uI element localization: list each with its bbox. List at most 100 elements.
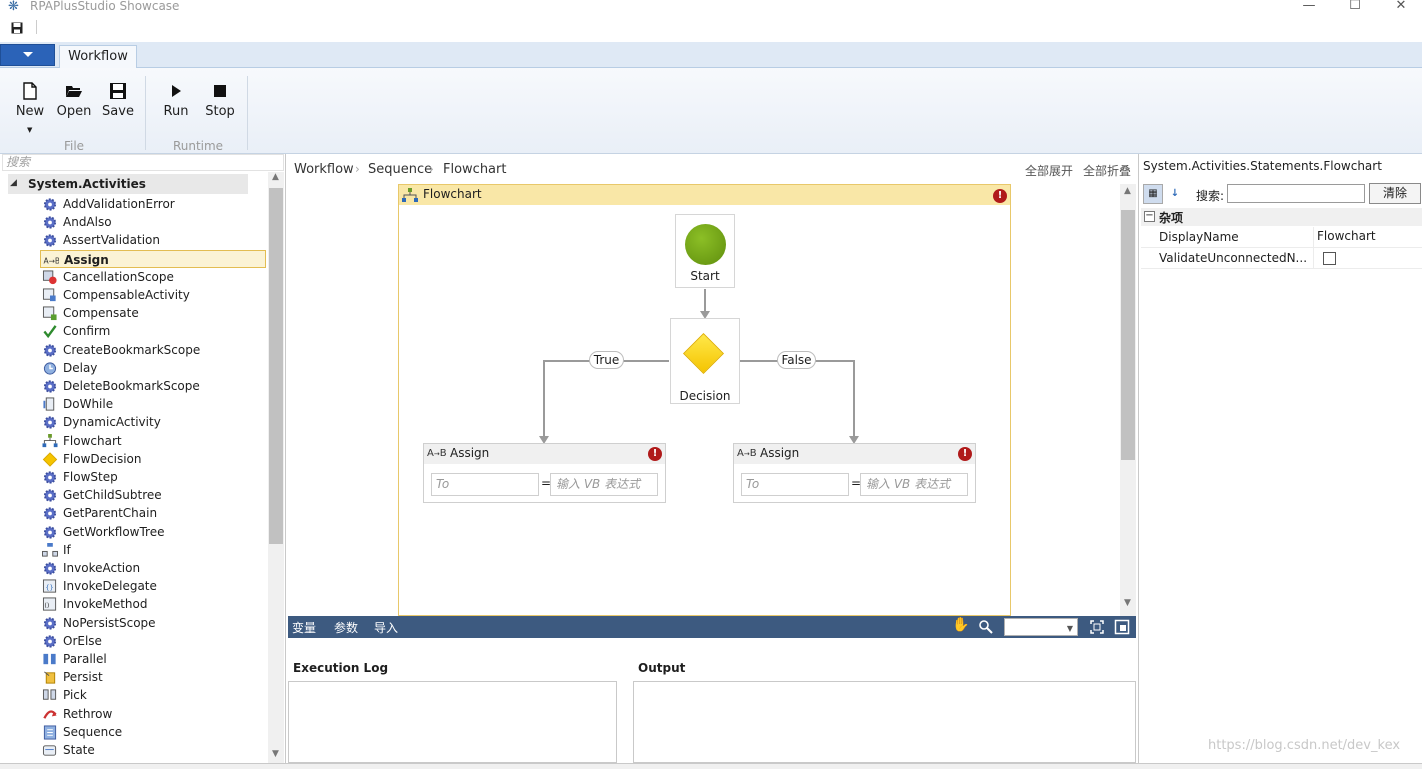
application-menu-button[interactable] bbox=[0, 44, 55, 66]
zoom-magnifier-icon[interactable] bbox=[978, 619, 994, 635]
output-area[interactable] bbox=[633, 681, 1136, 763]
start-node[interactable]: Start bbox=[675, 214, 735, 288]
toolbox-item-pick[interactable]: Pick bbox=[40, 686, 266, 704]
toolbox-item-cancellationscope[interactable]: CancellationScope bbox=[40, 268, 266, 286]
error-icon[interactable]: ! bbox=[993, 189, 1007, 203]
error-icon[interactable]: ! bbox=[958, 447, 972, 461]
save-icon[interactable] bbox=[11, 22, 23, 34]
decision-node[interactable]: Decision bbox=[670, 318, 740, 404]
toolbox-item-getchildsubtree[interactable]: GetChildSubtree bbox=[40, 486, 266, 504]
clear-search-button[interactable]: 清除 bbox=[1369, 183, 1421, 204]
categorized-view-icon[interactable]: ▦ bbox=[1143, 184, 1163, 204]
save-button[interactable]: Save bbox=[98, 78, 138, 138]
new-label: New bbox=[15, 104, 45, 119]
toolbox-item-delay[interactable]: Delay bbox=[40, 359, 266, 377]
toolbox-item-getworkflowtree[interactable]: GetWorkflowTree bbox=[40, 523, 266, 541]
maximize-button[interactable]: ☐ bbox=[1332, 0, 1378, 16]
expand-all-link[interactable]: 全部展开 bbox=[1025, 162, 1073, 179]
true-branch-label[interactable]: True bbox=[589, 351, 624, 369]
assign-value-field[interactable]: 输入 VB 表达式 bbox=[550, 473, 658, 496]
expand-arrow-icon[interactable]: ◢ bbox=[10, 178, 17, 188]
breadcrumb-sequence[interactable]: Sequence bbox=[368, 162, 432, 177]
variables-tab[interactable]: 变量 bbox=[292, 619, 316, 636]
toolbox-item-dowhile[interactable]: DoWhile bbox=[40, 395, 266, 413]
imports-tab[interactable]: 导入 bbox=[374, 619, 398, 636]
close-button[interactable]: ✕ bbox=[1378, 0, 1422, 16]
toolbox-item-assign[interactable]: A→B Assign bbox=[40, 249, 266, 268]
minimize-button[interactable]: — bbox=[1286, 0, 1332, 16]
toolbox-item-flowstep[interactable]: FlowStep bbox=[40, 468, 266, 486]
quick-access-toolbar bbox=[0, 18, 1422, 42]
toolbox-item-persist[interactable]: Persist bbox=[40, 668, 266, 686]
property-row-validate-unconnected[interactable]: ValidateUnconnectedN... bbox=[1141, 248, 1422, 269]
toolbox-item-assertvalidation[interactable]: AssertValidation bbox=[40, 231, 266, 249]
toolbox-item-sequence[interactable]: Sequence bbox=[40, 723, 266, 741]
toolbox-item-invokeaction[interactable]: InvokeAction bbox=[40, 559, 266, 577]
property-row-displayname[interactable]: DisplayName Flowchart bbox=[1141, 227, 1422, 248]
tab-workflow[interactable]: Workflow bbox=[59, 45, 137, 69]
scroll-up-icon[interactable]: ▲ bbox=[1124, 186, 1131, 196]
collapse-toggle-icon[interactable]: − bbox=[1144, 211, 1155, 222]
window-title: RPAPlusStudio Showcase bbox=[30, 0, 180, 13]
execution-log-area[interactable] bbox=[288, 681, 617, 763]
toolbox-scrollbar[interactable]: ▲ ▼ bbox=[268, 172, 284, 763]
designer-scrollbar[interactable]: ▲ ▼ bbox=[1120, 184, 1136, 616]
assign-value-field[interactable]: 输入 VB 表达式 bbox=[860, 473, 968, 496]
zoom-level-select[interactable]: ▼ bbox=[1004, 618, 1078, 636]
scroll-down-icon[interactable]: ▼ bbox=[272, 749, 279, 759]
property-value-displayname[interactable]: Flowchart bbox=[1317, 229, 1376, 243]
toolbox-item-state[interactable]: State bbox=[40, 741, 266, 759]
tree-root-system-activities[interactable]: ◢ System.Activities bbox=[8, 174, 248, 194]
toolbox-item-compensate[interactable]: Compensate bbox=[40, 304, 266, 322]
toolbox-item-createbookmarkscope[interactable]: CreateBookmarkScope bbox=[40, 341, 266, 359]
scrollbar-thumb[interactable] bbox=[1121, 210, 1135, 460]
flowchart-container[interactable]: Flowchart ! Start Decision True False A→… bbox=[398, 184, 1011, 616]
toolbox-item-flowdecision[interactable]: FlowDecision bbox=[40, 450, 266, 468]
toolbox-item-getparentchain[interactable]: GetParentChain bbox=[40, 504, 266, 522]
toolbox-item-addvalidationerror[interactable]: AddValidationError bbox=[40, 195, 266, 213]
properties-search-input[interactable] bbox=[1227, 184, 1365, 203]
toolbox-item-dynamicactivity[interactable]: DynamicActivity bbox=[40, 413, 266, 431]
breadcrumb-flowchart[interactable]: Flowchart bbox=[443, 162, 506, 177]
toolbox-item-orelse[interactable]: OrElse bbox=[40, 632, 266, 650]
pan-hand-icon[interactable]: ✋ bbox=[952, 617, 969, 633]
scrollbar-thumb[interactable] bbox=[269, 188, 283, 544]
watermark-text: https://blog.csdn.net/dev_kex bbox=[1208, 738, 1401, 753]
toolbox-item-if[interactable]: If bbox=[40, 541, 266, 559]
property-category-misc[interactable]: − 杂项 bbox=[1141, 208, 1422, 226]
toolbox-item-flowchart[interactable]: Flowchart bbox=[40, 432, 266, 450]
flowchart-header[interactable]: Flowchart ! bbox=[399, 184, 1010, 205]
toolbox-item-parallel[interactable]: Parallel bbox=[40, 650, 266, 668]
assign-activity-left[interactable]: A→B Assign ! To = 输入 VB 表达式 bbox=[423, 443, 666, 503]
scroll-up-icon[interactable]: ▲ bbox=[272, 172, 279, 182]
toolbox-search-input[interactable]: 搜索 bbox=[2, 154, 284, 171]
toolbox-item-invokemethod[interactable]: () InvokeMethod bbox=[40, 595, 266, 613]
error-icon[interactable]: ! bbox=[648, 447, 662, 461]
toolbox-item-confirm[interactable]: Confirm bbox=[40, 322, 266, 340]
overview-map-icon[interactable] bbox=[1114, 619, 1130, 635]
toolbox-item-deletebookmarkscope[interactable]: DeleteBookmarkScope bbox=[40, 377, 266, 395]
fit-to-screen-icon[interactable] bbox=[1089, 619, 1105, 635]
stop-button[interactable]: Stop bbox=[200, 78, 240, 138]
arguments-tab[interactable]: 参数 bbox=[334, 619, 358, 636]
new-button[interactable]: New ▼ bbox=[10, 78, 50, 138]
assign-header[interactable]: A→B Assign ! bbox=[734, 444, 975, 464]
assign-header[interactable]: A→B Assign ! bbox=[424, 444, 665, 464]
assign-to-field[interactable]: To bbox=[431, 473, 539, 496]
scroll-down-icon[interactable]: ▼ bbox=[1124, 598, 1131, 608]
run-button[interactable]: Run bbox=[156, 78, 196, 138]
breadcrumb-workflow[interactable]: Workflow bbox=[294, 162, 354, 177]
collapse-all-link[interactable]: 全部折叠 bbox=[1083, 162, 1131, 179]
assign-to-field[interactable]: To bbox=[741, 473, 849, 496]
open-button[interactable]: Open bbox=[54, 78, 94, 138]
toolbox-item-rethrow[interactable]: Rethrow bbox=[40, 705, 266, 723]
designer-canvas[interactable]: Flowchart ! Start Decision True False A→… bbox=[288, 184, 1120, 616]
toolbox-item-invokedelegate[interactable]: {} InvokeDelegate bbox=[40, 577, 266, 595]
false-branch-label[interactable]: False bbox=[777, 351, 816, 369]
toolbox-item-compensableactivity[interactable]: CompensableActivity bbox=[40, 286, 266, 304]
toolbox-item-nopersistscope[interactable]: NoPersistScope bbox=[40, 614, 266, 632]
validate-unconnected-checkbox[interactable] bbox=[1323, 252, 1336, 265]
assign-activity-right[interactable]: A→B Assign ! To = 输入 VB 表达式 bbox=[733, 443, 976, 503]
sort-alphabetical-icon[interactable]: ↓ bbox=[1165, 184, 1185, 204]
toolbox-item-andalso[interactable]: AndAlso bbox=[40, 213, 266, 231]
